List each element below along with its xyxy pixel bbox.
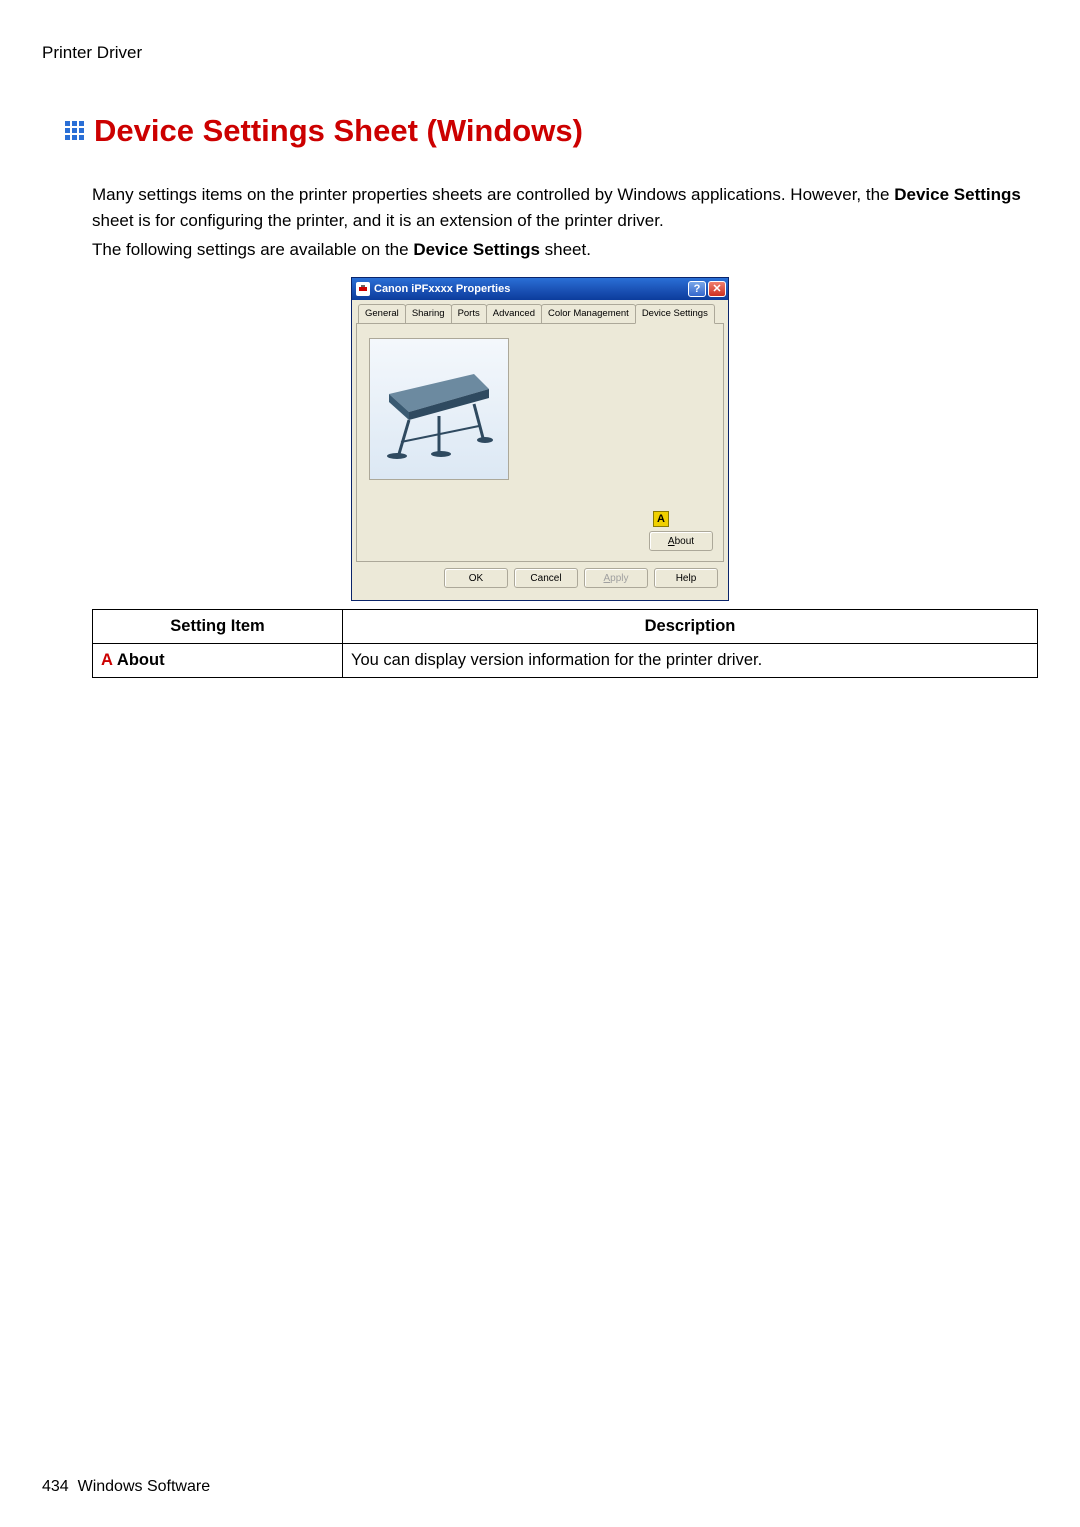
cell-description: You can display version information for … (343, 643, 1038, 677)
help-button[interactable]: Help (654, 568, 718, 588)
close-icon[interactable]: ✕ (708, 281, 726, 297)
dialog-titlebar: Canon iPFxxxx Properties ? ✕ (352, 278, 728, 300)
tab-color-management[interactable]: Color Management (541, 304, 636, 323)
table-row: AAbout You can display version informati… (93, 643, 1038, 677)
text: sheet is for configuring the printer, an… (92, 211, 664, 230)
dialog-footer: OK Cancel Apply Help (356, 562, 724, 592)
tab-sharing[interactable]: Sharing (405, 304, 452, 323)
tab-advanced[interactable]: Advanced (486, 304, 542, 323)
page-title: Device Settings Sheet (Windows) (94, 108, 583, 155)
text-bold: Device Settings (894, 185, 1021, 204)
cell-setting-item: AAbout (93, 643, 343, 677)
dialog-title: Canon iPFxxxx Properties (374, 281, 510, 298)
page-footer: 434 Windows Software (42, 1475, 210, 1499)
settings-table: Setting Item Description AAbout You can … (92, 609, 1038, 678)
row-callout-letter: A (101, 651, 113, 669)
apply-button[interactable]: Apply (584, 568, 648, 588)
ok-button[interactable]: OK (444, 568, 508, 588)
text: sheet. (540, 240, 591, 259)
breadcrumb: Printer Driver (42, 40, 1038, 66)
text-bold: Device Settings (413, 240, 540, 259)
tab-ports[interactable]: Ports (451, 304, 487, 323)
properties-dialog: Canon iPFxxxx Properties ? ✕ General Sha… (351, 277, 729, 601)
table-header-row: Setting Item Description (93, 610, 1038, 644)
tab-pane-device-settings: A About (356, 324, 724, 562)
about-mnemonic: A (668, 534, 675, 549)
callout-a-badge: A (653, 511, 669, 527)
apply-label-rest: pply (610, 571, 628, 586)
apply-mnemonic: A (603, 571, 610, 586)
text: The following settings are available on … (92, 240, 413, 259)
tab-strip: General Sharing Ports Advanced Color Man… (356, 304, 724, 324)
text: Many settings items on the printer prope… (92, 185, 894, 204)
cancel-button[interactable]: Cancel (514, 568, 578, 588)
tab-device-settings[interactable]: Device Settings (635, 304, 715, 324)
page-number: 434 (42, 1478, 69, 1495)
printer-illustration (369, 338, 509, 480)
row-label: About (117, 651, 165, 669)
printer-app-icon (356, 282, 370, 296)
page-heading-row: Device Settings Sheet (Windows) (64, 108, 1038, 155)
footer-section: Windows Software (78, 1478, 211, 1495)
tab-general[interactable]: General (358, 304, 406, 323)
about-button[interactable]: About (649, 531, 713, 551)
header-setting-item: Setting Item (93, 610, 343, 644)
embedded-screenshot: Canon iPFxxxx Properties ? ✕ General Sha… (42, 277, 1038, 601)
about-label-rest: bout (675, 534, 694, 549)
grid-icon (64, 120, 86, 142)
help-icon[interactable]: ? (688, 281, 706, 297)
header-description: Description (343, 610, 1038, 644)
intro-paragraphs: Many settings items on the printer prope… (92, 182, 1028, 263)
